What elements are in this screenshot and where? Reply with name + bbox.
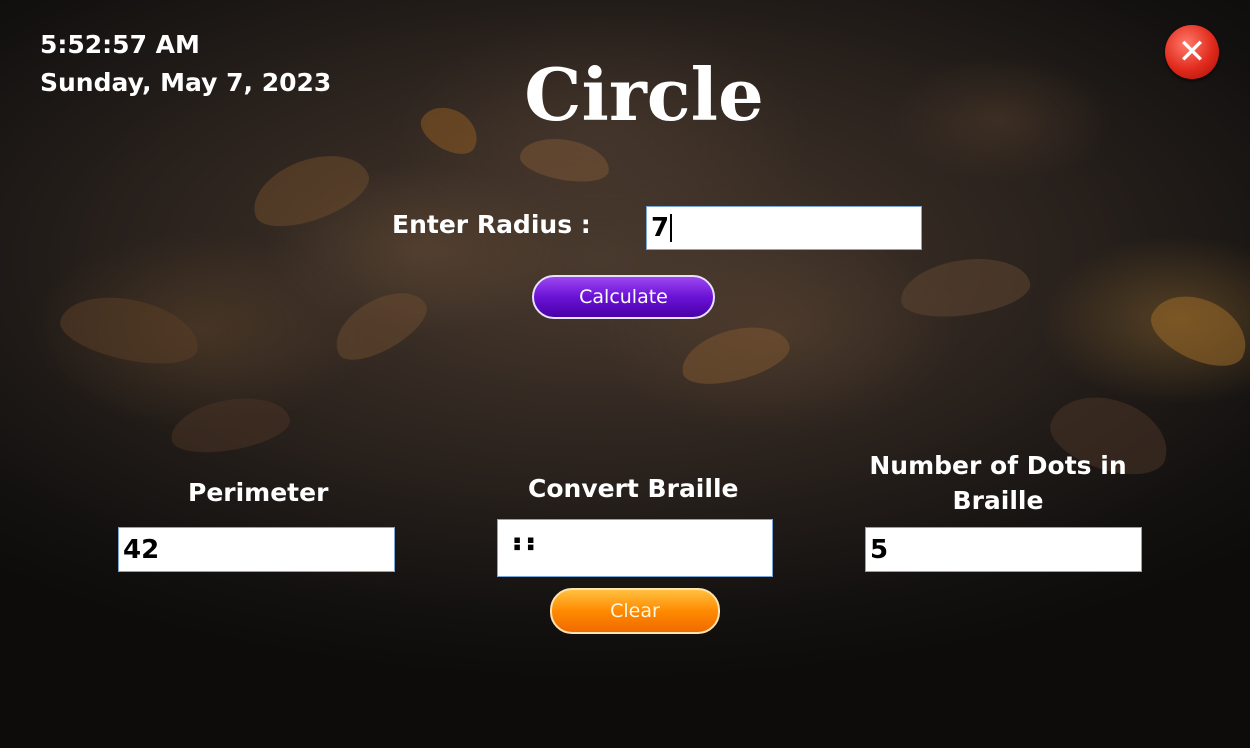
background-leaf <box>675 316 795 394</box>
dots-label: Number of Dots in Braille <box>869 451 1127 515</box>
close-button[interactable]: ✕ <box>1165 25 1219 79</box>
background-leaf <box>166 389 294 461</box>
dots-output[interactable]: 5 <box>865 527 1142 572</box>
background-leaf <box>1142 281 1250 379</box>
radius-label: Enter Radius : <box>392 210 591 239</box>
background-leaf <box>896 251 1034 324</box>
braille-label: Convert Braille <box>528 474 739 503</box>
calculate-button[interactable]: Calculate <box>532 275 715 319</box>
page-title: Circle <box>524 52 764 137</box>
background-leaf <box>55 286 205 374</box>
perimeter-output[interactable]: 42 <box>118 527 395 572</box>
close-icon: ✕ <box>1177 32 1207 72</box>
radius-input[interactable]: 7 <box>646 206 922 250</box>
text-caret <box>670 214 673 242</box>
background-leaf <box>324 278 436 372</box>
braille-output[interactable]: ⠰⠆ <box>497 519 773 577</box>
background-leaf <box>517 132 613 188</box>
perimeter-label: Perimeter <box>188 478 329 507</box>
background-leaf <box>243 141 377 239</box>
radius-input-value: 7 <box>651 213 670 243</box>
clear-button[interactable]: Clear <box>550 588 720 634</box>
